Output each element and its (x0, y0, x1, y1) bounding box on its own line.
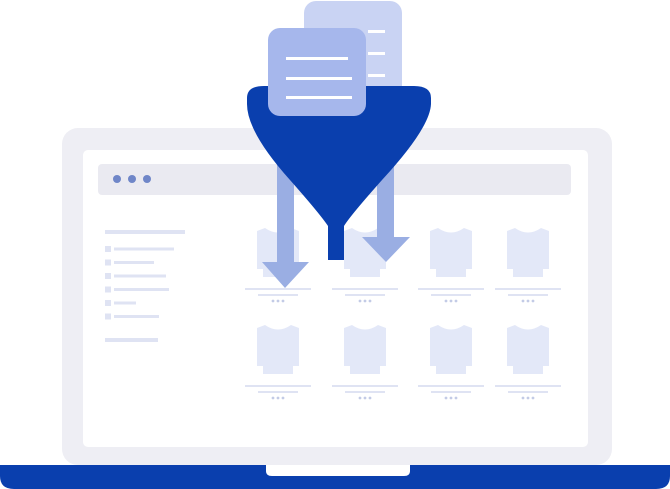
window-dot-1[interactable] (113, 175, 121, 183)
rating-dot (281, 299, 285, 303)
rating-dot (281, 396, 285, 400)
rating-dot (358, 299, 362, 303)
filter-label (114, 274, 166, 278)
document-icon (268, 28, 366, 116)
product-title-line (418, 288, 484, 290)
product-title-line (332, 385, 398, 387)
rating-dot (444, 396, 448, 400)
rating-dot (358, 396, 362, 400)
sidebar-footer-line (105, 338, 158, 342)
sweater-icon (430, 228, 472, 277)
rating-dot (444, 299, 448, 303)
product-title-line (495, 385, 561, 387)
filter-checkbox[interactable] (105, 259, 111, 266)
filter-checkbox[interactable] (105, 286, 111, 293)
product-title-line (418, 385, 484, 387)
rating-dot (271, 299, 275, 303)
filter-label (114, 315, 159, 318)
product-title-line (495, 288, 561, 290)
filter-label (114, 301, 136, 305)
rating-dot (449, 396, 453, 400)
product-price-line (345, 294, 385, 296)
product-price-line (508, 294, 548, 296)
filter-checkbox[interactable] (105, 246, 111, 252)
filter-label (114, 288, 169, 291)
rating-dot (531, 396, 535, 400)
rating-dot (454, 396, 458, 400)
illustration-canvas (0, 1, 670, 489)
filter-checkbox[interactable] (105, 300, 111, 306)
rating-dot (449, 299, 453, 303)
rating-dot (526, 299, 530, 303)
window-dot-2[interactable] (128, 175, 136, 183)
sweater-icon (507, 228, 549, 277)
rating-dot (276, 396, 280, 400)
sweater-icon (507, 325, 549, 374)
rating-dot (276, 299, 280, 303)
rating-dot (521, 396, 525, 400)
product-price-line (431, 391, 471, 393)
rating-dot (363, 299, 367, 303)
filter-checkbox[interactable] (105, 313, 111, 320)
filter-label (114, 261, 154, 264)
rating-dot (363, 396, 367, 400)
rating-dot (526, 396, 530, 400)
window-dot-3[interactable] (143, 175, 151, 183)
sweater-icon (344, 325, 386, 374)
product-price-line (258, 294, 298, 296)
sweater-icon (257, 325, 299, 374)
rating-dot (521, 299, 525, 303)
sidebar-heading (105, 230, 185, 234)
filter-checkbox[interactable] (105, 273, 111, 279)
product-price-line (345, 391, 385, 393)
product-title-line (245, 288, 311, 290)
sweater-icon (430, 325, 472, 374)
rating-dot (531, 299, 535, 303)
rating-dot (368, 299, 372, 303)
product-title-line (332, 288, 398, 290)
filter-illustration (0, 0, 670, 489)
product-price-line (508, 391, 548, 393)
rating-dot (454, 299, 458, 303)
product-price-line (431, 294, 471, 296)
product-price-line (258, 391, 298, 393)
rating-dot (368, 396, 372, 400)
laptop-notch (266, 465, 410, 476)
product-title-line (245, 385, 311, 387)
filter-label (114, 247, 174, 251)
rating-dot (271, 396, 275, 400)
